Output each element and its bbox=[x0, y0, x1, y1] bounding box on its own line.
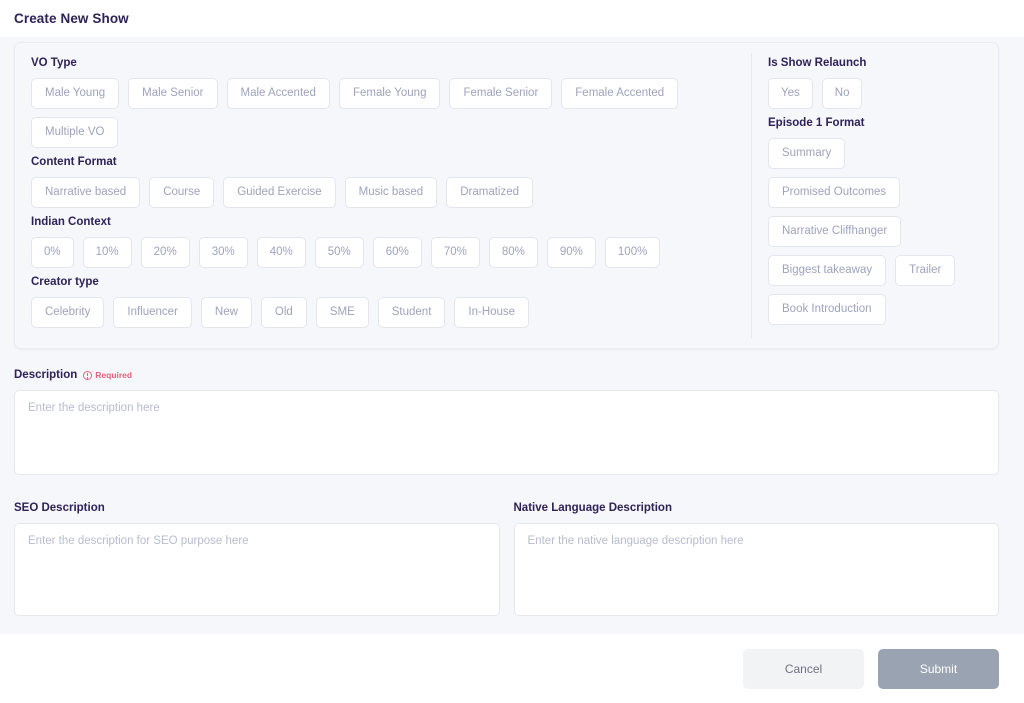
seo-description-input[interactable] bbox=[14, 523, 500, 616]
chip-group-episode-1-format: Summary Promised Outcomes Narrative Clif… bbox=[768, 138, 986, 325]
chip-option[interactable]: Biggest takeaway bbox=[768, 255, 887, 286]
chip-option[interactable]: Guided Exercise bbox=[223, 177, 336, 208]
attributes-left-column: VO Type Male Young Male Senior Male Acce… bbox=[15, 43, 751, 348]
chip-option[interactable]: Male Accented bbox=[226, 78, 330, 109]
chip-group-indian-context: 0% 10% 20% 30% 40% 50% 60% 70% 80% 90% 1… bbox=[31, 237, 737, 268]
form-body: VO Type Male Young Male Senior Male Acce… bbox=[0, 37, 1024, 634]
chip-option[interactable]: Female Senior bbox=[449, 78, 553, 109]
chip-option[interactable]: Male Young bbox=[31, 78, 120, 109]
required-badge: Required bbox=[83, 370, 132, 380]
chip-group-creator-type: Celebrity Influencer New Old SME Student… bbox=[31, 297, 737, 328]
chip-option[interactable]: Yes bbox=[768, 78, 813, 109]
chip-option[interactable]: Book Introduction bbox=[768, 294, 886, 325]
chip-option[interactable]: New bbox=[200, 297, 252, 328]
description-label: Description bbox=[14, 369, 78, 381]
field-label-vo-type: VO Type bbox=[31, 57, 77, 69]
chip-option[interactable]: Multiple VO bbox=[31, 117, 119, 148]
attributes-right-column: Is Show Relaunch Yes No Episode 1 Format… bbox=[752, 43, 998, 348]
chip-option[interactable]: 20% bbox=[140, 237, 190, 268]
description-input[interactable] bbox=[14, 390, 999, 475]
chip-option[interactable]: 0% bbox=[31, 237, 74, 268]
chip-option[interactable]: 60% bbox=[372, 237, 422, 268]
chip-option[interactable]: Music based bbox=[344, 177, 438, 208]
chip-option[interactable]: Dramatized bbox=[446, 177, 534, 208]
chip-option[interactable]: Female Young bbox=[338, 78, 441, 109]
cancel-button[interactable]: Cancel bbox=[743, 648, 864, 689]
create-new-show-page: Create New Show VO Type Male Young Male … bbox=[0, 0, 1024, 703]
chip-option[interactable]: Course bbox=[149, 177, 215, 208]
chip-option[interactable]: Promised Outcomes bbox=[768, 177, 901, 208]
secondary-descriptions-row: SEO Description Native Language Descript… bbox=[14, 500, 999, 621]
field-label-is-show-relaunch: Is Show Relaunch bbox=[768, 57, 867, 69]
required-label: Required bbox=[95, 370, 133, 380]
field-label-episode-1-format: Episode 1 Format bbox=[768, 117, 865, 129]
chip-option[interactable]: 10% bbox=[82, 237, 132, 268]
chip-option[interactable]: Influencer bbox=[113, 297, 192, 328]
field-label-indian-context: Indian Context bbox=[31, 216, 111, 228]
chip-option[interactable]: 90% bbox=[546, 237, 596, 268]
chip-option[interactable]: Female Accented bbox=[561, 78, 679, 109]
chip-option[interactable]: In-House bbox=[454, 297, 530, 328]
native-description-block: Native Language Description bbox=[513, 500, 999, 621]
chip-option[interactable]: 80% bbox=[488, 237, 538, 268]
description-block: Description Required bbox=[14, 369, 999, 480]
seo-description-label: SEO Description bbox=[14, 502, 105, 514]
form-footer: Cancel Submit bbox=[0, 634, 1024, 703]
field-label-creator-type: Creator type bbox=[31, 276, 99, 288]
chip-option[interactable]: Student bbox=[377, 297, 446, 328]
native-description-label: Native Language Description bbox=[513, 502, 672, 514]
info-circle-icon bbox=[83, 370, 93, 380]
chip-option[interactable]: No bbox=[821, 78, 863, 109]
field-label-content-format: Content Format bbox=[31, 156, 117, 168]
chip-group-vo-type: Male Young Male Senior Male Accented Fem… bbox=[31, 78, 737, 148]
chip-option[interactable]: 30% bbox=[198, 237, 248, 268]
chip-option[interactable]: Male Senior bbox=[128, 78, 218, 109]
chip-group-content-format: Narrative based Course Guided Exercise M… bbox=[31, 177, 737, 208]
chip-option[interactable]: 70% bbox=[430, 237, 480, 268]
attributes-card: VO Type Male Young Male Senior Male Acce… bbox=[14, 42, 999, 349]
seo-description-block: SEO Description bbox=[14, 500, 500, 621]
chip-option[interactable]: Summary bbox=[768, 138, 846, 169]
chip-option[interactable]: 40% bbox=[256, 237, 306, 268]
chip-option[interactable]: Narrative Cliffhanger bbox=[768, 216, 902, 247]
chip-option[interactable]: Old bbox=[260, 297, 307, 328]
chip-option[interactable]: 100% bbox=[604, 237, 661, 268]
chip-option[interactable]: SME bbox=[315, 297, 369, 328]
native-description-input[interactable] bbox=[513, 523, 999, 616]
submit-button[interactable]: Submit bbox=[878, 648, 999, 689]
chip-option[interactable]: Celebrity bbox=[31, 297, 105, 328]
description-label-row: Description Required bbox=[14, 369, 999, 381]
chip-option[interactable]: Narrative based bbox=[31, 177, 141, 208]
page-title: Create New Show bbox=[14, 11, 129, 26]
chip-option[interactable]: Trailer bbox=[895, 255, 956, 286]
chip-group-is-show-relaunch: Yes No bbox=[768, 78, 986, 109]
chip-option[interactable]: 50% bbox=[314, 237, 364, 268]
page-header: Create New Show bbox=[0, 0, 1024, 37]
